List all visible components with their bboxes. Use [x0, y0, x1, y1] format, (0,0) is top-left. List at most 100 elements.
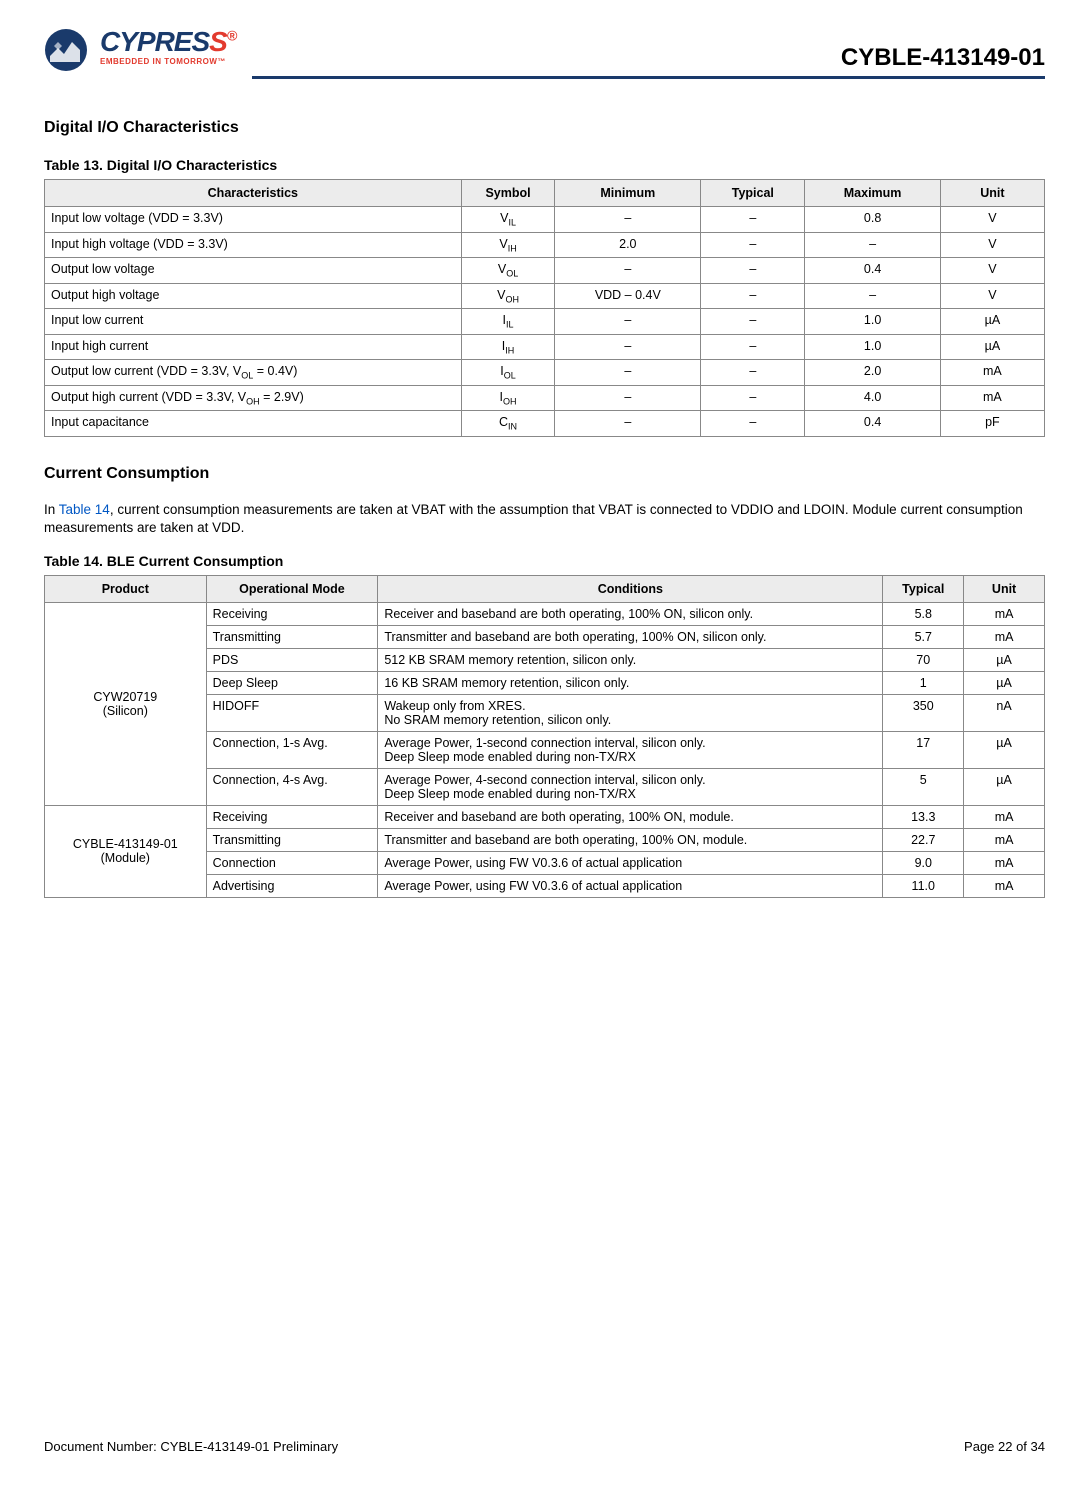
cell-mode: Deep Sleep — [206, 671, 378, 694]
cell-unit: mA — [964, 851, 1045, 874]
table-row: Output high current (VDD = 3.3V, VOH = 2… — [45, 385, 1045, 411]
table14-title: Table 14. BLE Current Consumption — [44, 553, 1045, 569]
cell-typ: – — [701, 283, 805, 309]
cell-unit: µA — [964, 648, 1045, 671]
cell-min: – — [555, 385, 701, 411]
cell-typical: 9.0 — [883, 851, 964, 874]
cell-max: 4.0 — [805, 385, 940, 411]
logo-word: CYPRESS® — [100, 28, 236, 56]
cell-mode: Receiving — [206, 602, 378, 625]
cell-typ: – — [701, 360, 805, 386]
cell-conditions: 512 KB SRAM memory retention, silicon on… — [378, 648, 883, 671]
cell-mode: HIDOFF — [206, 694, 378, 731]
table-row: CYW20719(Silicon)ReceivingReceiver and b… — [45, 602, 1045, 625]
logo-tagline: EMBEDDED IN TOMORROW™ — [100, 58, 236, 66]
cell-max: 1.0 — [805, 334, 940, 360]
cell-characteristic: Output low current (VDD = 3.3V, VOL = 0.… — [45, 360, 462, 386]
cell-typ: – — [701, 207, 805, 233]
cell-unit: mA — [964, 805, 1045, 828]
cell-min: – — [555, 411, 701, 437]
cell-characteristic: Input low current — [45, 309, 462, 335]
cell-unit: mA — [940, 360, 1044, 386]
section-current-consumption-title: Current Consumption — [44, 465, 1045, 483]
table13-header-cell: Characteristics — [45, 180, 462, 207]
footer-page-number: Page 22 of 34 — [964, 1439, 1045, 1454]
cell-unit: µA — [964, 731, 1045, 768]
table-row: Input capacitanceCIN––0.4pF — [45, 411, 1045, 437]
cell-max: 2.0 — [805, 360, 940, 386]
cell-product: CYBLE-413149-01(Module) — [45, 805, 207, 897]
cell-max: 0.4 — [805, 411, 940, 437]
cell-typ: – — [701, 309, 805, 335]
table14-header-cell: Product — [45, 575, 207, 602]
cell-symbol: CIN — [461, 411, 555, 437]
logo: CYPRESS® EMBEDDED IN TOMORROW™ — [44, 28, 236, 72]
table13-header-cell: Maximum — [805, 180, 940, 207]
table14-header-cell: Conditions — [378, 575, 883, 602]
cell-unit: mA — [964, 625, 1045, 648]
cell-unit: mA — [964, 602, 1045, 625]
cell-unit: µA — [940, 334, 1044, 360]
cell-typ: – — [701, 232, 805, 258]
table13-header-cell: Symbol — [461, 180, 555, 207]
cell-mode: Connection, 4-s Avg. — [206, 768, 378, 805]
cell-unit: V — [940, 283, 1044, 309]
cell-characteristic: Input low voltage (VDD = 3.3V) — [45, 207, 462, 233]
table-row: Input low currentIIL––1.0µA — [45, 309, 1045, 335]
cell-min: – — [555, 207, 701, 233]
cell-symbol: IIL — [461, 309, 555, 335]
table-row: Input high currentIIH––1.0µA — [45, 334, 1045, 360]
table14-header-cell: Typical — [883, 575, 964, 602]
cell-mode: Receiving — [206, 805, 378, 828]
cell-unit: mA — [964, 874, 1045, 897]
cell-symbol: VIH — [461, 232, 555, 258]
cell-typ: – — [701, 258, 805, 284]
cell-typ: – — [701, 334, 805, 360]
cell-conditions: Receiver and baseband are both operating… — [378, 602, 883, 625]
cell-min: – — [555, 360, 701, 386]
table13-header-cell: Minimum — [555, 180, 701, 207]
cell-conditions: Receiver and baseband are both operating… — [378, 805, 883, 828]
cell-symbol: VOL — [461, 258, 555, 284]
cell-unit: nA — [964, 694, 1045, 731]
cell-typical: 5 — [883, 768, 964, 805]
cell-conditions: Wakeup only from XRES.No SRAM memory ret… — [378, 694, 883, 731]
cell-min: VDD – 0.4V — [555, 283, 701, 309]
cell-unit: mA — [964, 828, 1045, 851]
cell-symbol: IOH — [461, 385, 555, 411]
cell-typical: 1 — [883, 671, 964, 694]
document-id: CYBLE-413149-01 — [841, 44, 1045, 72]
cell-characteristic: Output low voltage — [45, 258, 462, 284]
cypress-logo-icon — [44, 28, 92, 72]
cell-typical: 11.0 — [883, 874, 964, 897]
cell-conditions: Transmitter and baseband are both operat… — [378, 625, 883, 648]
cell-typical: 5.8 — [883, 602, 964, 625]
table-row: Input high voltage (VDD = 3.3V)VIH2.0––V — [45, 232, 1045, 258]
link-table14[interactable]: Table 14 — [59, 502, 110, 517]
cell-characteristic: Input capacitance — [45, 411, 462, 437]
table-row: Output high voltageVOHVDD – 0.4V––V — [45, 283, 1045, 309]
section-digital-io-title: Digital I/O Characteristics — [44, 119, 1045, 137]
cell-max: 1.0 — [805, 309, 940, 335]
cell-characteristic: Output high voltage — [45, 283, 462, 309]
table-row: Output low current (VDD = 3.3V, VOL = 0.… — [45, 360, 1045, 386]
footer-doc-number: Document Number: CYBLE-413149-01 Prelimi… — [44, 1439, 338, 1454]
table13-title: Table 13. Digital I/O Characteristics — [44, 157, 1045, 173]
table14-header-cell: Unit — [964, 575, 1045, 602]
cell-min: 2.0 — [555, 232, 701, 258]
cell-typical: 17 — [883, 731, 964, 768]
table14-header-cell: Operational Mode — [206, 575, 378, 602]
cell-conditions: Average Power, using FW V0.3.6 of actual… — [378, 874, 883, 897]
cell-typical: 70 — [883, 648, 964, 671]
table-row: Output low voltageVOL––0.4V — [45, 258, 1045, 284]
cell-conditions: Average Power, 1-second connection inter… — [378, 731, 883, 768]
cell-typical: 350 — [883, 694, 964, 731]
cell-unit: mA — [940, 385, 1044, 411]
cell-mode: Transmitting — [206, 625, 378, 648]
cell-typ: – — [701, 385, 805, 411]
cell-symbol: IIH — [461, 334, 555, 360]
header-rule — [252, 76, 1045, 79]
cell-symbol: IOL — [461, 360, 555, 386]
cell-mode: Connection — [206, 851, 378, 874]
table-row: CYBLE-413149-01(Module)ReceivingReceiver… — [45, 805, 1045, 828]
